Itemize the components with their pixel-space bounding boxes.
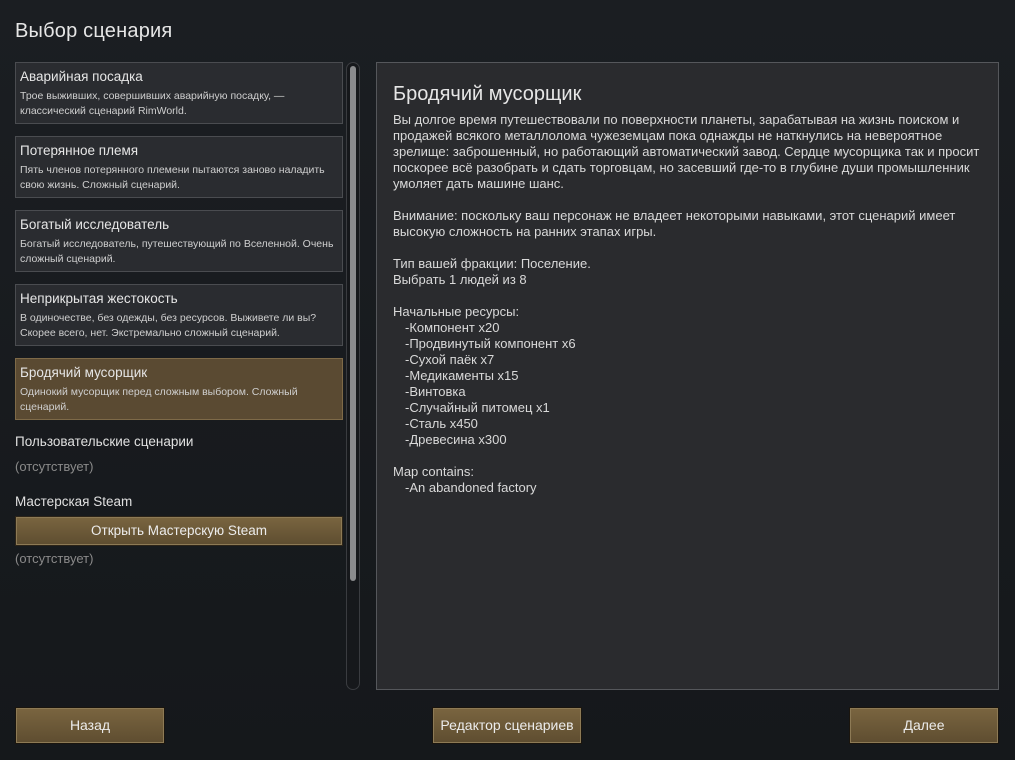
custom-scenarios-empty: (отсутствует): [15, 459, 94, 474]
list-item: -Медикаменты x15: [405, 368, 519, 383]
scenario-item-wandering-scavenger[interactable]: Бродячий мусорщик Одинокий мусорщик пере…: [15, 358, 343, 420]
scenario-item-lost-tribe[interactable]: Потерянное племя Пять членов потерянного…: [15, 136, 343, 198]
map-contents-list: -An abandoned factory: [393, 480, 982, 496]
scenario-item-naked-brutality[interactable]: Неприкрытая жестокость В одиночестве, бе…: [15, 284, 343, 346]
list-item: -An abandoned factory: [405, 480, 537, 495]
list-item: -Сухой паёк x7: [405, 352, 495, 367]
scenario-item-rich-explorer[interactable]: Богатый исследователь Богатый исследоват…: [15, 210, 343, 272]
detail-description: Вы долгое время путешествовали по поверх…: [393, 112, 980, 191]
next-button[interactable]: Далее: [849, 707, 999, 744]
scenario-title: Бродячий мусорщик: [20, 365, 148, 380]
list-item: -Винтовка: [405, 384, 466, 399]
custom-scenarios-heading: Пользовательские сценарии: [15, 434, 194, 449]
list-item: -Случайный питомец x1: [405, 400, 550, 415]
list-item: -Продвинутый компонент x6: [405, 336, 576, 351]
detail-faction-type: Тип вашей фракции: Поселение.: [393, 256, 591, 271]
scenario-title: Аварийная посадка: [20, 69, 143, 84]
scenario-item-crashlanded[interactable]: Аварийная посадка Трое выживших, соверши…: [15, 62, 343, 124]
detail-map-heading: Map contains:: [393, 464, 474, 479]
detail-warning: Внимание: поскольку ваш персонаж не влад…: [393, 208, 956, 239]
list-item: -Сталь x450: [405, 416, 478, 431]
scenario-detail-panel: Бродячий мусорщик Вы долгое время путеше…: [376, 62, 999, 690]
scenario-list: Аварийная посадка Трое выживших, соверши…: [15, 62, 343, 690]
scrollbar-thumb[interactable]: [350, 66, 356, 581]
scenario-title: Потерянное племя: [20, 143, 139, 158]
resource-list: -Компонент x20 -Продвинутый компонент x6…: [393, 320, 982, 448]
detail-title: Бродячий мусорщик: [393, 83, 582, 105]
steam-workshop-empty: (отсутствует): [15, 551, 94, 566]
back-button[interactable]: Назад: [15, 707, 165, 744]
detail-pick-count: Выбрать 1 людей из 8: [393, 272, 527, 287]
scrollbar[interactable]: [346, 62, 360, 690]
scenario-title: Богатый исследователь: [20, 217, 170, 232]
detail-resources-heading: Начальные ресурсы:: [393, 304, 520, 319]
scenario-title: Неприкрытая жестокость: [20, 291, 178, 306]
scenario-description: Трое выживших, совершивших аварийную пос…: [20, 90, 285, 117]
scenario-description: Одинокий мусорщик перед сложным выбором.…: [20, 386, 298, 413]
scenario-description: В одиночестве, без одежды, без ресурсов.…: [20, 312, 317, 339]
scenario-editor-button[interactable]: Редактор сценариев: [432, 707, 582, 744]
open-steam-workshop-button[interactable]: Открыть Мастерскую Steam: [15, 516, 343, 546]
page-title: Выбор сценария: [15, 20, 173, 42]
list-item: -Древесина x300: [405, 432, 507, 447]
scenario-description: Богатый исследователь, путешествующий по…: [20, 238, 334, 265]
steam-workshop-heading: Мастерская Steam: [15, 494, 133, 509]
scenario-description: Пять членов потерянного племени пытаются…: [20, 164, 325, 191]
list-item: -Компонент x20: [405, 320, 500, 335]
